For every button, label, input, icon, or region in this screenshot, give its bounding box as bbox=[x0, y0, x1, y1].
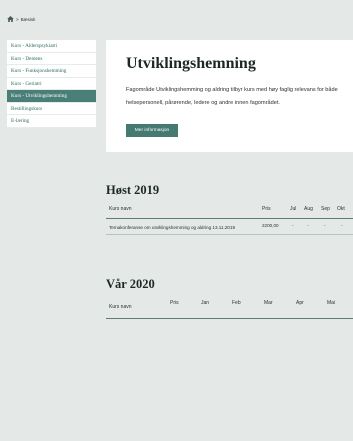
more-info-button[interactable]: Mer informasjon bbox=[126, 124, 178, 137]
sidebar-item-e-laering[interactable]: E-læring bbox=[7, 115, 96, 128]
autumn-course-table: Kurs navn Pris Jul Aug Sep Okt Temakonfe… bbox=[106, 199, 353, 235]
table-header: Kurs navn Pris Jul Aug Sep Okt bbox=[106, 199, 353, 219]
course-name-link[interactable]: Temakonferanse om utviklingshemming og a… bbox=[109, 225, 235, 230]
cell-jul: - bbox=[292, 223, 294, 228]
sidebar-item-geriatri[interactable]: Kurs - Geriatri bbox=[7, 78, 96, 90]
spring-section-title: Vår 2020 bbox=[106, 277, 155, 291]
column-header-jan: Jan bbox=[201, 300, 210, 306]
breadcrumb-current[interactable]: Bæsisk bbox=[21, 17, 36, 22]
spring-course-table: Kurs navn Pris Jan Feb Mar Apr Mai bbox=[106, 294, 353, 319]
sidebar-item-demens[interactable]: Kurs - Demens bbox=[7, 53, 96, 65]
cell-sep: - bbox=[324, 223, 326, 228]
sidebar-item-funksjonshemming[interactable]: Kurs - Funksjonshemming bbox=[7, 65, 96, 78]
sidebar-item-bestillingskurs[interactable]: Bestillingskurs bbox=[7, 103, 96, 115]
column-header-name: Kurs navn bbox=[109, 304, 132, 310]
table-header: Kurs navn Pris Jan Feb Mar Apr Mai bbox=[106, 294, 353, 319]
breadcrumb-separator: > bbox=[16, 16, 19, 22]
sidebar: Kurs - Alderspsykiatri Kurs - Demens Kur… bbox=[7, 40, 96, 128]
column-header-name: Kurs navn bbox=[109, 206, 132, 212]
cell-okt: - bbox=[341, 223, 343, 228]
sidebar-item-utviklingshemming[interactable]: Kurs - Utviklingshemming bbox=[7, 90, 96, 103]
column-header-okt: Okt bbox=[337, 206, 345, 212]
column-header-price: Pris bbox=[262, 206, 271, 212]
hero-panel: Utviklingshemning Fagområde Utviklingshe… bbox=[106, 40, 353, 152]
column-header-mar: Mar bbox=[264, 300, 273, 306]
cell-aug: - bbox=[307, 223, 309, 228]
column-header-sep: Sep bbox=[321, 206, 330, 212]
home-icon[interactable] bbox=[7, 16, 14, 22]
column-header-price: Pris bbox=[170, 300, 179, 306]
table-row[interactable]: Temakonferanse om utviklingshemming og a… bbox=[106, 219, 353, 235]
column-header-mai: Mai bbox=[327, 300, 336, 306]
column-header-aug: Aug bbox=[304, 206, 313, 212]
hero-description: Fagområde Utviklingshemming og aldring t… bbox=[126, 87, 338, 106]
column-header-feb: Feb bbox=[232, 300, 241, 306]
page-title: Utviklingshemning bbox=[126, 55, 256, 72]
breadcrumb: > Bæsisk bbox=[7, 16, 35, 22]
autumn-section-title: Høst 2019 bbox=[106, 183, 160, 197]
sidebar-item-alderspsykiatri[interactable]: Kurs - Alderspsykiatri bbox=[7, 40, 96, 53]
column-header-apr: Apr bbox=[296, 300, 304, 306]
column-header-jul: Jul bbox=[290, 206, 297, 212]
course-price: 2200,00 bbox=[262, 223, 279, 228]
